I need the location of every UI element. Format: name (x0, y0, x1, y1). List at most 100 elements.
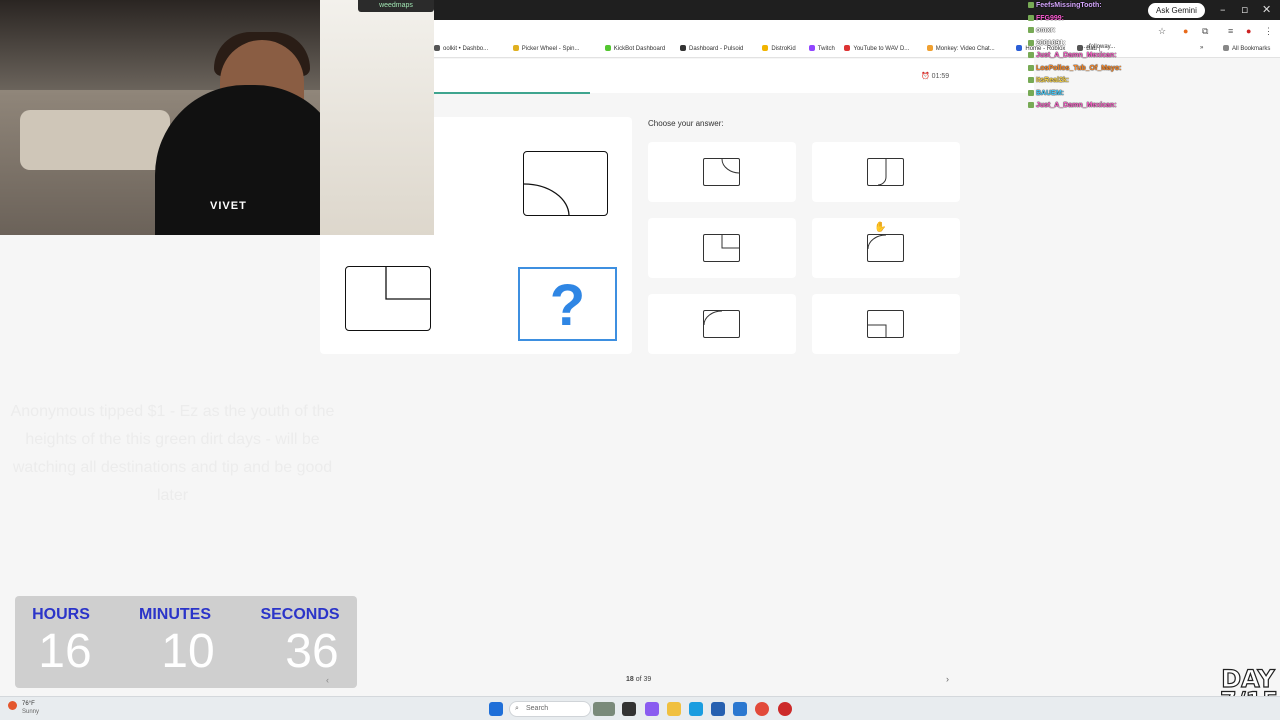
badge-icon (1028, 2, 1034, 8)
bookmark-item[interactable]: Monkey: Video Chat... (926, 45, 995, 52)
task-view-icon[interactable] (622, 702, 636, 716)
chat-username: ItsReal2k: (1036, 77, 1070, 84)
chrome-icon[interactable] (755, 702, 769, 716)
bookmark-favicon-icon (762, 45, 769, 51)
option-figure (703, 158, 740, 186)
bookmark-item[interactable]: DistroKid (762, 45, 796, 52)
app-icon[interactable] (778, 702, 792, 716)
chat-message: FeefsMissingTooth: (1028, 2, 1228, 15)
bookmark-favicon-icon (680, 45, 686, 51)
stream-chat: FeefsMissingTooth: FFG999: omxr: 2001091: Ju… (1028, 2, 1228, 115)
search-label: Search (526, 705, 549, 712)
cursor-icon: ✋ (874, 222, 887, 233)
bookmark-label: oolkit • Dashbo... (443, 46, 489, 52)
chat-message: 2001091: (1028, 39, 1228, 53)
chat-username: FeefsMissingTooth: (1036, 2, 1102, 9)
stream-countdown: HOURS MINUTES SECONDS 16 10 36 (15, 596, 357, 688)
widget-icon[interactable] (593, 702, 615, 716)
answer-option-2[interactable] (812, 142, 960, 202)
bookmark-favicon-icon (1016, 45, 1023, 51)
chat-username: omxr: (1036, 27, 1056, 34)
chat-username: Just_A_Damn_Mexican: (1036, 102, 1117, 109)
total-questions: of 39 (635, 676, 652, 683)
progress-bar (434, 92, 590, 94)
bookmark-item[interactable]: Twitch (808, 45, 835, 52)
bookmark-label: Twitch (817, 46, 835, 52)
current-question: 18 (626, 676, 634, 683)
arc-shape (524, 183, 570, 215)
bookmark-item[interactable]: Dashboard - Pulsoid (680, 45, 743, 52)
badge-icon (1028, 102, 1034, 108)
minutes-value: 10 (161, 625, 215, 678)
sponsor-logo: weedmaps (358, 0, 434, 12)
edge-icon[interactable] (689, 702, 703, 716)
badge-icon (1028, 14, 1034, 21)
chat-username: FFG999: (1036, 14, 1065, 22)
close-icon[interactable]: ✕ (1262, 3, 1271, 16)
file-explorer-icon[interactable] (667, 702, 681, 716)
quiz-timer: ⏰ 01:59 (921, 73, 950, 80)
bookmark-label: KickBot Dashboard (613, 46, 666, 52)
chat-message: ItsReal2k: (1028, 77, 1228, 90)
bookmark-label: Dashboard - Pulsoid (689, 46, 744, 52)
bookmark-item[interactable]: KickBot Dashboard (604, 45, 666, 52)
more-icon[interactable]: ⋮ (1264, 26, 1273, 37)
start-icon[interactable] (489, 702, 503, 716)
corner-square-shape (385, 267, 430, 300)
option-figure (867, 310, 904, 338)
bookmark-item[interactable]: oolkit • Dashbo... (434, 45, 488, 52)
minutes-label: MINUTES (139, 606, 211, 623)
choose-answer-label: Choose your answer: (648, 119, 724, 128)
menu-icon[interactable]: ≡ (1228, 26, 1233, 36)
search-icon: ⌕ (515, 705, 519, 712)
store-icon[interactable] (711, 702, 725, 716)
bookmark-label: Monkey: Video Chat... (935, 46, 995, 52)
bookmark-favicon-icon (604, 45, 611, 51)
chat-message: Just_A_Damn_Mexican: (1028, 52, 1228, 65)
prev-arrow-icon[interactable]: ‹ (326, 675, 329, 685)
webcam-overlay: VIVET (0, 0, 343, 235)
badge-icon (1028, 52, 1034, 58)
answer-option-5[interactable] (648, 294, 796, 354)
bookmark-favicon-icon (512, 45, 519, 51)
bookmark-label: Picker Wheel - Spin... (521, 46, 580, 52)
matrix-figure-top-right (523, 151, 608, 216)
seconds-label: SECONDS (260, 606, 340, 623)
chat-message: Just_A_Damn_Mexican: (1028, 102, 1228, 115)
answer-option-4[interactable]: ✋ (812, 218, 960, 278)
seconds-value: 36 (285, 625, 339, 678)
weather-widget[interactable]: 76°F Sunny (8, 700, 39, 716)
chat-message: BAUEM: (1028, 89, 1228, 103)
option-figure (703, 234, 740, 262)
sun-icon (8, 701, 17, 710)
answer-option-6[interactable] (812, 294, 960, 354)
bookmark-item[interactable]: YouTube to WAV D... (844, 45, 909, 52)
next-arrow-icon[interactable]: › (946, 674, 949, 684)
missing-answer-box: ? (518, 267, 617, 341)
streamer-body (155, 85, 343, 235)
chat-username: 2001091: (1036, 39, 1066, 47)
profile-icon[interactable]: ● (1246, 26, 1251, 36)
badge-icon (1028, 39, 1034, 46)
answer-option-1[interactable] (648, 142, 796, 202)
question-pager: 18 of 39 (626, 676, 651, 683)
timer-value: 01:59 (931, 73, 950, 80)
badge-icon (1028, 27, 1034, 33)
question-mark: ? (549, 273, 586, 338)
copilot-icon[interactable] (645, 702, 659, 716)
mail-icon[interactable] (733, 702, 747, 716)
option-figure (867, 234, 904, 262)
bookmark-item[interactable]: Picker Wheel - Spin... (512, 45, 580, 52)
all-bookmarks-label: All Bookmarks (1232, 46, 1271, 52)
answer-option-3[interactable] (648, 218, 796, 278)
bookmark-favicon-icon (926, 45, 933, 51)
restore-icon[interactable]: ▫ (1241, 3, 1248, 16)
taskbar-search[interactable]: ⌕ Search (509, 701, 591, 717)
option-figure (867, 158, 904, 186)
chat-message: FFG999: (1028, 14, 1228, 28)
option-figure (703, 310, 740, 338)
bookmark-label: DistroKid (771, 46, 796, 52)
all-bookmarks-link[interactable]: All Bookmarks (1223, 45, 1270, 52)
bookmark-label: YouTube to WAV D... (853, 46, 910, 52)
webcam-overlay-right (320, 0, 434, 235)
